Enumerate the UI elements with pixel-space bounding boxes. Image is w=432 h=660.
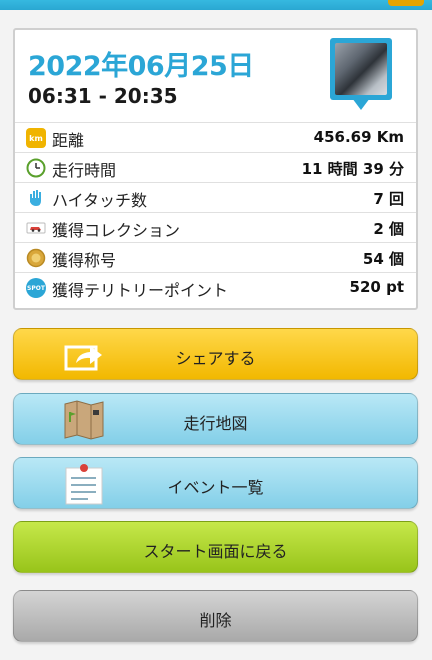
- hand-icon: [26, 188, 46, 208]
- drive-map-button-label: 走行地図: [183, 414, 248, 433]
- delete-button[interactable]: 削除: [13, 590, 418, 642]
- stat-value: 520 pt: [349, 278, 404, 296]
- medal-icon: [26, 248, 46, 268]
- stat-row-territory-points: SPOT 獲得テリトリーポイント 520 pt: [15, 272, 416, 302]
- stat-label: 獲得コレクション: [52, 221, 181, 240]
- stat-label: 獲得称号: [52, 251, 117, 270]
- stat-label: 距離: [52, 131, 85, 150]
- stat-row-titles: 獲得称号 54 個: [15, 242, 416, 272]
- stat-value: 2 個: [373, 220, 404, 238]
- km-icon: km: [26, 128, 46, 148]
- drive-map-button[interactable]: 走行地図: [13, 393, 418, 445]
- stats-list: km 距離 456.69 Km 走行時間 11 時間 39 分 ハイタッチ数 7…: [15, 122, 416, 302]
- drive-summary-card: 2022年06月25日 06:31 - 20:35 km 距離 456.69 K…: [13, 28, 418, 310]
- stat-row-drive-time: 走行時間 11 時間 39 分: [15, 152, 416, 182]
- stat-value: 11 時間 39 分: [301, 160, 404, 178]
- top-bar-tab[interactable]: [388, 0, 424, 6]
- stat-value: 456.69 Km: [313, 128, 404, 146]
- clock-icon: [26, 158, 46, 178]
- stat-label: 走行時間: [52, 161, 117, 180]
- share-button[interactable]: シェアする: [13, 328, 418, 380]
- delete-button-label: 削除: [199, 611, 232, 630]
- share-button-label: シェアする: [175, 349, 256, 368]
- photo-map-pin[interactable]: [330, 38, 392, 118]
- event-list-button-label: イベント一覧: [167, 478, 264, 497]
- photo-frame: [330, 38, 392, 100]
- stat-label: 獲得テリトリーポイント: [52, 281, 229, 300]
- top-bar: [0, 0, 432, 10]
- stat-value: 7 回: [373, 190, 404, 208]
- spot-icon: SPOT: [26, 278, 46, 298]
- stat-value: 54 個: [362, 250, 404, 268]
- pin-tip-icon: [352, 98, 370, 110]
- back-to-start-button-label: スタート画面に戻る: [143, 542, 288, 561]
- drive-time-range: 06:31 - 20:35: [28, 84, 178, 108]
- stat-row-distance: km 距離 456.69 Km: [15, 122, 416, 152]
- car-icon: [26, 218, 46, 238]
- stat-label: ハイタッチ数: [52, 191, 148, 210]
- drive-photo: [335, 43, 387, 95]
- stat-row-high-touch: ハイタッチ数 7 回: [15, 182, 416, 212]
- drive-date: 2022年06月25日: [28, 51, 254, 82]
- stat-row-collection: 獲得コレクション 2 個: [15, 212, 416, 242]
- event-list-button[interactable]: イベント一覧: [13, 457, 418, 509]
- back-to-start-button[interactable]: スタート画面に戻る: [13, 521, 418, 573]
